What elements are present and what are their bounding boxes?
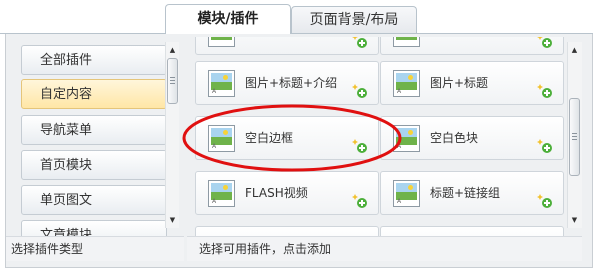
add-plugin-icon[interactable]	[352, 138, 368, 154]
plugin-label: FLASH视频	[245, 186, 308, 200]
plugin-label: 空白色块	[430, 131, 479, 145]
category-status-text: 选择插件类型	[11, 242, 84, 256]
plugin-card-flash-video[interactable]: A FLASH视频	[195, 171, 379, 215]
plugin-card[interactable]	[195, 37, 379, 55]
plugin-grid: A 图片+标题+介绍 A 图片+标题 A 空白边框 A 空白色块 A FLASH…	[187, 37, 565, 236]
scroll-thumb[interactable]	[167, 58, 178, 104]
plugin-label: 图片+标题+介绍	[245, 76, 338, 90]
plugin-label: 标题+链接组	[430, 186, 501, 200]
plugin-grid-scrollbar[interactable]: ▲ ▼	[567, 42, 582, 228]
scroll-down-arrow-icon[interactable]: ▼	[166, 214, 179, 226]
image-placeholder-icon: A	[393, 70, 420, 97]
image-placeholder-icon: A	[208, 180, 235, 207]
add-plugin-icon[interactable]	[352, 193, 368, 209]
image-placeholder-icon: A	[208, 125, 235, 152]
plugin-label: 空白边框	[245, 131, 294, 145]
scroll-up-arrow-icon[interactable]: ▲	[568, 44, 581, 56]
add-plugin-icon[interactable]	[537, 138, 553, 154]
category-all-plugins[interactable]: 全部插件	[21, 45, 167, 75]
add-plugin-icon[interactable]	[537, 193, 553, 209]
image-placeholder-icon	[208, 37, 235, 47]
add-plugin-icon[interactable]	[537, 37, 553, 49]
plugin-status-text: 选择可用插件，点击添加	[199, 242, 332, 256]
image-placeholder-icon: A	[208, 70, 235, 97]
add-plugin-icon[interactable]	[537, 83, 553, 99]
plugin-card-blank-border[interactable]: A 空白边框	[195, 116, 379, 160]
image-placeholder-icon: A	[393, 180, 420, 207]
tab-bar: 模块/插件 页面背景/布局	[0, 0, 593, 34]
scroll-down-arrow-icon[interactable]: ▼	[568, 214, 581, 226]
tab-page-background-layout[interactable]: 页面背景/布局	[291, 6, 417, 33]
category-custom-content[interactable]: 自定内容	[21, 79, 167, 109]
plugin-card-image-title-intro[interactable]: A 图片+标题+介绍	[195, 61, 379, 105]
image-placeholder-icon: A	[393, 125, 420, 152]
add-plugin-icon[interactable]	[352, 83, 368, 99]
tab-modules-plugins[interactable]: 模块/插件	[165, 4, 291, 34]
image-placeholder-icon	[393, 37, 420, 47]
scroll-up-arrow-icon[interactable]: ▲	[166, 44, 179, 56]
plugin-card-title-link-group[interactable]: A 标题+链接组	[380, 171, 564, 215]
category-navigation-menu[interactable]: 导航菜单	[21, 115, 167, 145]
plugin-label: 图片+标题	[430, 76, 489, 90]
category-list: 全部插件 自定内容 导航菜单 首页模块 单页图文 文章模块	[10, 37, 182, 257]
plugin-card[interactable]	[195, 226, 379, 236]
add-plugin-icon[interactable]	[352, 37, 368, 49]
plugin-card-blank-color-block[interactable]: A 空白色块	[380, 116, 564, 160]
plugin-card[interactable]	[380, 37, 564, 55]
scroll-thumb[interactable]	[569, 98, 580, 176]
category-homepage-modules[interactable]: 首页模块	[21, 150, 167, 180]
category-single-page-text[interactable]: 单页图文	[21, 185, 167, 215]
plugin-card-image-title[interactable]: A 图片+标题	[380, 61, 564, 105]
category-scrollbar[interactable]: ▲ ▼	[165, 42, 179, 228]
plugin-card[interactable]	[380, 226, 564, 236]
